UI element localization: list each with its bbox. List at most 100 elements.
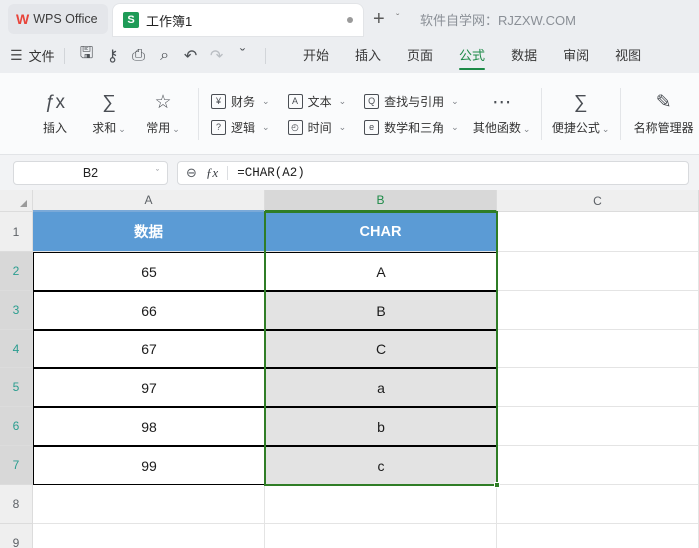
column-header-c[interactable]: C [497,190,699,212]
quick-formula-button[interactable]: ∑ 便捷公式 ⌄ [550,79,612,149]
formula-input[interactable]: ⊖ ƒx =CHAR(A2) [177,160,689,185]
more-functions-label: 其他函数 [472,121,521,135]
financial-functions-button[interactable]: ¥ 财务 ⌄ [207,92,274,111]
cell-c7[interactable] [497,446,699,485]
cell-a8[interactable] [33,485,265,524]
column-header-a[interactable]: A [33,190,265,212]
financial-label: 财务 [231,94,256,109]
common-functions-button[interactable]: ☆ 常用 ⌄ [136,79,190,149]
cell-b3[interactable]: B [265,291,497,330]
select-all-corner-button[interactable] [0,190,33,212]
cell-b6[interactable]: b [265,407,497,446]
chevron-down-icon: ⌄ [262,121,270,132]
cell-a9[interactable] [33,524,265,548]
row-header-7[interactable]: 7 [0,446,33,485]
spreadsheet-grid: A B C 1 2 3 4 5 6 7 8 9 数据 CHAR 65 A 66 … [0,190,699,548]
ribbon-group-text-datetime: A 文本 ⌄ ◴ 时间 ⌄ [284,73,351,155]
cell-a4[interactable]: 67 [33,330,265,368]
insert-function-button[interactable]: ƒx 插入 [28,79,82,149]
tab-formula[interactable]: 公式 [446,38,498,73]
chevron-down-icon: ⌄ [338,95,347,106]
cell-a2[interactable]: 65 [33,252,265,291]
divider [63,47,65,64]
row-header-1[interactable]: 1 [0,212,33,252]
cell-c9[interactable] [497,524,699,548]
undo-icon[interactable]: ↶ [180,45,202,67]
cell-b1[interactable]: CHAR [265,212,497,252]
cell-b7[interactable]: c [265,446,497,485]
wps-logo-icon: W [16,11,29,27]
tab-data[interactable]: 数据 [498,38,550,73]
row-header-6[interactable]: 6 [0,407,33,446]
new-tab-chevron-down-icon[interactable]: ˇ [396,13,399,24]
print-icon[interactable]: ⎙ [128,45,150,67]
text-functions-button[interactable]: A 文本 ⌄ [284,92,351,111]
document-tab-workbook1[interactable]: S 工作簿1 [113,4,363,36]
ribbon-group-more: ⋯ 其他函数 ⌄ [471,73,533,155]
cell-a6[interactable]: 98 [33,407,265,446]
file-menu-button[interactable]: 文件 [29,46,55,65]
redo-icon[interactable]: ↷ [206,45,228,67]
chevron-down-icon: ⌄ [451,95,459,106]
new-tab-button[interactable]: + [373,8,385,30]
promo-text: 软件自学网：RJZXW.COM [420,13,576,28]
cell-c3[interactable] [497,291,699,330]
divider [540,87,542,140]
math-trig-functions-button[interactable]: e 数学和三角 ⌄ [360,118,463,137]
wps-brand-button[interactable]: W WPS Office [8,4,108,34]
cell-b4[interactable]: C [265,330,497,368]
zoom-out-icon[interactable]: ⊖ [186,165,197,181]
logical-functions-button[interactable]: ? 逻辑 ⌄ [207,118,274,137]
cell-b2[interactable]: A [265,252,497,291]
quick-formula-icon: ∑ [573,92,588,113]
cell-a1[interactable]: 数据 [33,212,265,252]
cell-c6[interactable] [497,407,699,446]
tab-view[interactable]: 视图 [602,38,654,73]
print-preview-icon[interactable]: ⌕ [154,45,176,67]
cell-c4[interactable] [497,330,699,368]
hamburger-menu-icon[interactable]: ☰ [10,47,23,64]
column-header-b[interactable]: B [265,190,497,212]
chevron-down-icon: ⌄ [172,124,180,134]
cell-a7[interactable]: 99 [33,446,265,485]
selection-fill-handle[interactable] [494,482,500,488]
autosum-button[interactable]: ∑ 求和 ⌄ [82,79,136,149]
more-functions-icon: ⋯ [492,92,512,113]
customize-quick-access-chevron-down-icon[interactable]: ˇ [232,45,254,67]
chevron-down-icon: ⌄ [338,121,347,132]
row-header-4[interactable]: 4 [0,330,33,368]
row-header-2[interactable]: 2 [0,252,33,291]
save-icon[interactable]: 🖫 [76,45,98,67]
ribbon-group-lookup-math: Q 查找与引用 ⌄ e 数学和三角 ⌄ [360,73,463,155]
row-header-8[interactable]: 8 [0,485,33,524]
cell-c1[interactable] [497,212,699,252]
tab-home[interactable]: 开始 [290,38,342,73]
row-header-9[interactable]: 9 [0,524,33,548]
tab-page[interactable]: 页面 [394,38,446,73]
cell-a5[interactable]: 97 [33,368,265,407]
ribbon-group-name-manager: ✎ 名称管理器 [629,73,699,155]
cell-c8[interactable] [497,485,699,524]
name-box[interactable]: B2 ˇ [13,160,168,185]
row-header-3[interactable]: 3 [0,291,33,330]
cell-b9[interactable] [265,524,497,548]
lookup-functions-button[interactable]: Q 查找与引用 ⌄ [360,92,463,111]
tab-insert[interactable]: 插入 [342,38,394,73]
cell-c5[interactable] [497,368,699,407]
cell-a3[interactable]: 66 [33,291,265,330]
chevron-down-icon: ⌄ [451,121,459,132]
insert-function-icon: ƒx [44,92,66,113]
datetime-functions-button[interactable]: ◴ 时间 ⌄ [284,118,351,137]
fx-icon[interactable]: ƒx [206,165,218,181]
name-box-value: B2 [82,165,99,180]
more-functions-button[interactable]: ⋯ 其他函数 ⌄ [471,79,533,149]
name-box-chevron-down-icon[interactable]: ˇ [156,168,159,178]
cell-b8[interactable] [265,485,497,524]
tab-review[interactable]: 审阅 [550,38,602,73]
name-manager-button[interactable]: ✎ 名称管理器 [629,79,699,149]
share-cloud-icon[interactable]: ⚷ [102,45,124,67]
cell-c2[interactable] [497,252,699,291]
row-header-5[interactable]: 5 [0,368,33,407]
cell-b5[interactable]: a [265,368,497,407]
insert-function-label: 插入 [42,121,67,135]
